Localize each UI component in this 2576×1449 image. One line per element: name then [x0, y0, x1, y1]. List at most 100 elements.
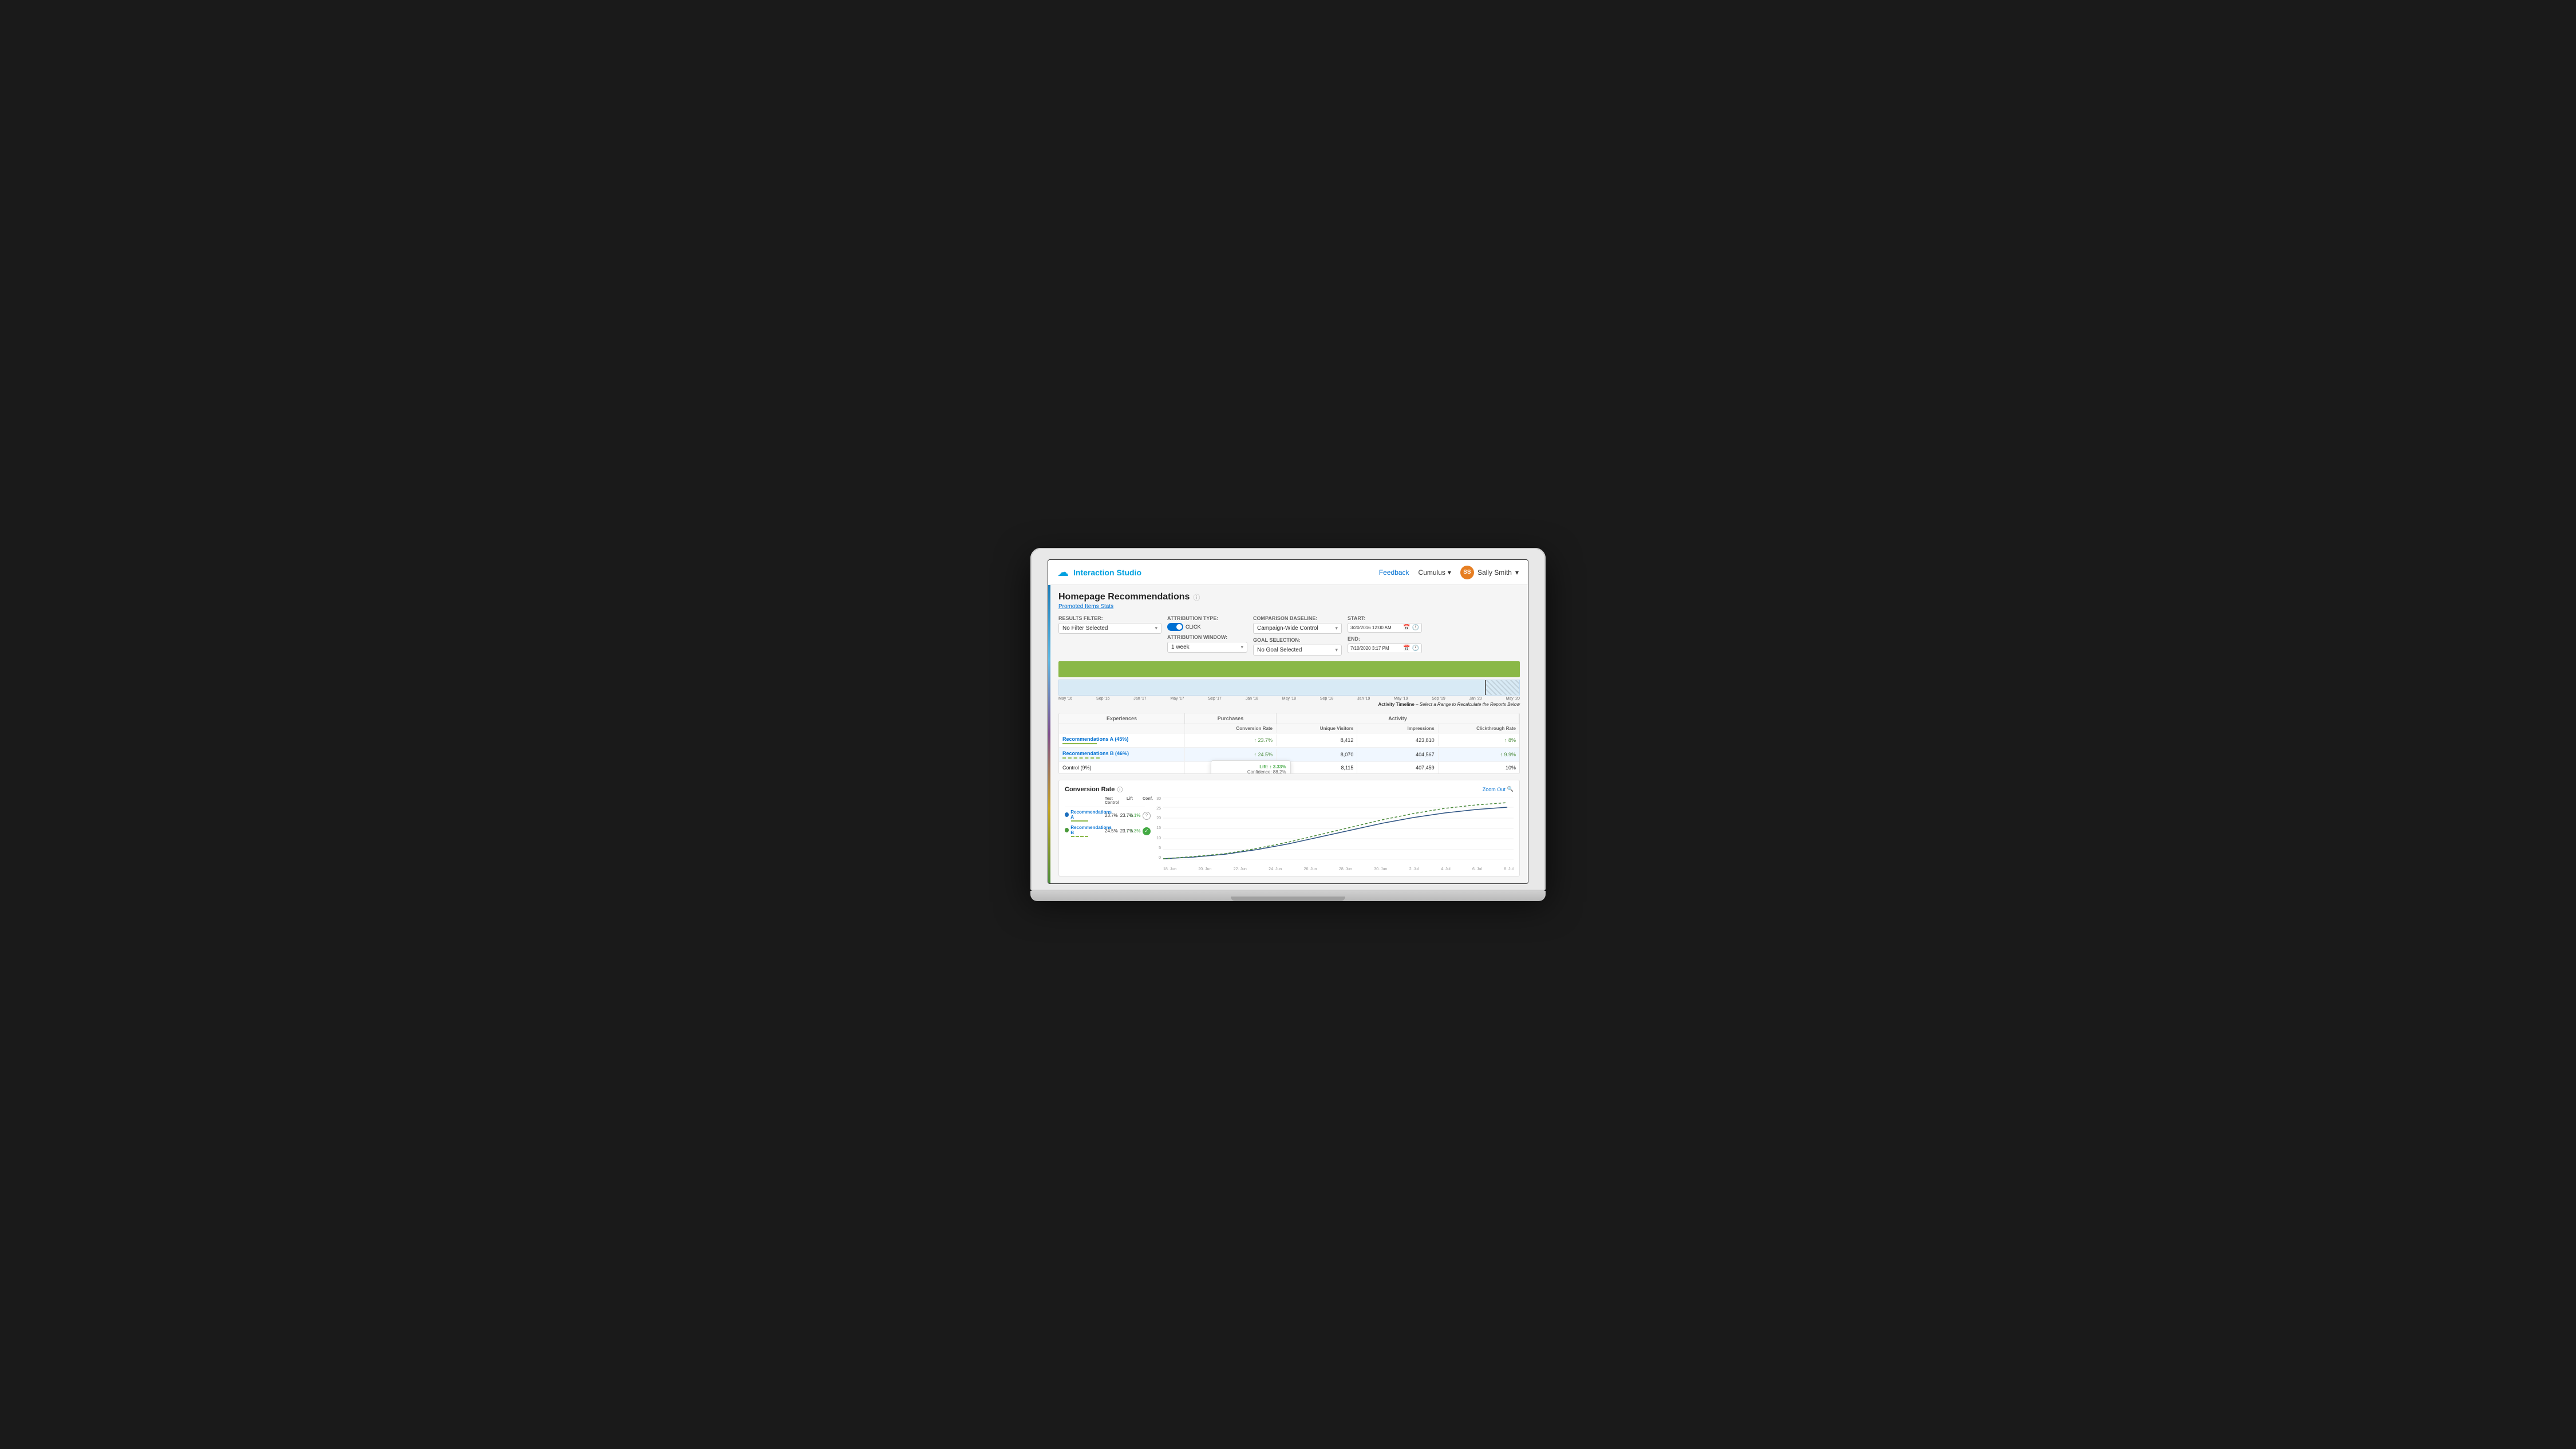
legend-header: Test Control Lift Conf.	[1065, 797, 1145, 807]
table-row: Recommendations B (46%) ↑ 24.5% Lift: ↑ …	[1059, 748, 1519, 762]
end-label: End:	[1348, 636, 1422, 642]
attribution-group: Attribution Type: CLICK Attribution Wind…	[1167, 615, 1247, 653]
table-row: Recommendations A (45%) ↑ 23.7% 8,412 42…	[1059, 733, 1519, 748]
user-menu-button[interactable]: SS Sally Smith ▾	[1460, 566, 1519, 579]
chart-x-labels: 18. Jun 20. Jun 22. Jun 24. Jun 26. Jun …	[1163, 867, 1514, 871]
laptop-base	[1030, 891, 1546, 901]
timeline-axis[interactable]	[1058, 680, 1520, 696]
timeline-label: May '20	[1506, 697, 1520, 701]
calendar-icon[interactable]: 📅	[1403, 625, 1410, 631]
activity-note: Activity Timeline – Select a Range to Re…	[1058, 702, 1520, 707]
chevron-down-icon: ▾	[1448, 568, 1451, 577]
chart-header: Conversion Rate ⓘ Zoom Out 🔍	[1065, 785, 1514, 793]
info-icon[interactable]: ⓘ	[1193, 593, 1200, 602]
attribution-type-label: Attribution Type:	[1167, 615, 1247, 621]
timeline-label: Sep '17	[1208, 697, 1222, 701]
impressions-b: 404,567	[1357, 749, 1438, 760]
data-table: Experiences Purchases Activity Conversio…	[1058, 713, 1520, 774]
legend-dot-a	[1065, 812, 1069, 817]
th-experiences: Experiences	[1059, 713, 1185, 724]
page-title-row: Homepage Recommendations ⓘ	[1058, 592, 1520, 602]
timeline-label: May '17	[1170, 697, 1184, 701]
end-date-input[interactable]: 7/10/2020 3:17 PM 📅 🕐	[1348, 643, 1422, 653]
chevron-down-icon: ▾	[1335, 647, 1338, 653]
goal-selection-select[interactable]: No Goal Selected ▾	[1253, 645, 1342, 656]
conversion-rate-chart: Conversion Rate ⓘ Zoom Out 🔍	[1058, 780, 1520, 876]
timeline-label: Jan '17	[1133, 697, 1146, 701]
screen: ☁ Interaction Studio Feedback Cumulus ▾ …	[1048, 559, 1528, 884]
feedback-link[interactable]: Feedback	[1379, 568, 1409, 577]
results-filter-select[interactable]: No Filter Selected ▾	[1058, 623, 1161, 634]
filters-area: Results Filter: No Filter Selected ▾ Att…	[1058, 615, 1520, 656]
attribution-toggle-row: CLICK	[1167, 623, 1247, 631]
th-conversion-rate: Conversion Rate	[1185, 724, 1277, 733]
clock-icon[interactable]: 🕐	[1412, 645, 1419, 652]
comparison-baseline-select[interactable]: Campaign-Wide Control ▾	[1253, 623, 1342, 634]
attribution-window-select[interactable]: 1 week ▾	[1167, 642, 1247, 653]
chevron-down-icon: ▾	[1240, 644, 1243, 650]
chart-body: Test Control Lift Conf. Re	[1065, 797, 1514, 871]
timeline-section: May '16 Sep '16 Jan '17 May '17 Sep '17 …	[1058, 661, 1520, 707]
chart-y-labels: 30 25 20 15 10 5 0	[1151, 797, 1161, 860]
timeline-label: Jan '20	[1469, 697, 1481, 701]
brand-logo-icon: ☁	[1057, 565, 1069, 579]
page-subtitle[interactable]: Promoted Items Stats	[1058, 603, 1520, 610]
chart-title: Conversion Rate ⓘ	[1065, 785, 1123, 793]
attribution-type-group: Attribution Type: CLICK	[1167, 615, 1247, 631]
page-title: Homepage Recommendations	[1058, 592, 1190, 602]
clock-icon[interactable]: 🕐	[1412, 625, 1419, 631]
comparison-baseline-label: Comparison Baseline:	[1253, 615, 1342, 621]
user-name-label: Sally Smith	[1477, 568, 1512, 577]
nav-right: Feedback Cumulus ▾ SS Sally Smith ▾	[1379, 566, 1519, 579]
unique-visitors-b: 8,070	[1277, 749, 1357, 760]
start-date-input[interactable]: 3/20/2016 12:00 AM 📅 🕐	[1348, 623, 1422, 633]
conversion-rate-a: ↑ 23.7%	[1185, 735, 1277, 746]
timeline-label: Jan '19	[1357, 697, 1370, 701]
experience-name-b[interactable]: Recommendations B (46%)	[1059, 748, 1185, 761]
zoom-out-button[interactable]: Zoom Out 🔍	[1483, 786, 1514, 792]
avatar: SS	[1460, 566, 1474, 579]
tooltip-lift: Lift: ↑ 3.33%	[1216, 764, 1286, 769]
comparison-baseline-group: Comparison Baseline: Campaign-Wide Contr…	[1253, 615, 1342, 634]
timeline-label: Sep '18	[1320, 697, 1334, 701]
experience-name-a[interactable]: Recommendations A (45%)	[1059, 733, 1185, 747]
confidence-check-b: ✓	[1143, 827, 1151, 835]
comparison-group: Comparison Baseline: Campaign-Wide Contr…	[1253, 615, 1342, 656]
experience-name-control: Control (9%)	[1059, 762, 1185, 773]
line-chart: 30 25 20 15 10 5 0	[1151, 797, 1514, 871]
timeline-label: May '16	[1058, 697, 1072, 701]
top-nav: ☁ Interaction Studio Feedback Cumulus ▾ …	[1048, 560, 1528, 585]
timeline-label: Sep '19	[1432, 697, 1445, 701]
info-icon[interactable]: ⓘ	[1117, 785, 1123, 793]
chart-svg-area	[1163, 797, 1514, 860]
legend-row-a: Recommendations A 23.7% 23.7% ↑ 0.1%	[1065, 810, 1145, 822]
clickthrough-control: 10%	[1439, 762, 1519, 773]
th-activity: Activity	[1277, 713, 1519, 724]
timeline-label: Jan '18	[1246, 697, 1258, 701]
goal-selection-group: Goal Selection: No Goal Selected ▾	[1253, 637, 1342, 656]
results-filter-label: Results Filter:	[1058, 615, 1161, 621]
table-sub-header: Conversion Rate Unique Visitors Impressi…	[1059, 724, 1519, 733]
laptop-container: ☁ Interaction Studio Feedback Cumulus ▾ …	[1030, 548, 1546, 901]
chevron-down-icon: ▾	[1155, 625, 1157, 631]
impressions-control: 407,459	[1357, 762, 1438, 773]
impressions-a: 423,810	[1357, 735, 1438, 746]
end-date-group: End: 7/10/2020 3:17 PM 📅 🕐	[1348, 636, 1422, 653]
zoom-icon: 🔍	[1507, 786, 1514, 792]
timeline-label: May '18	[1282, 697, 1296, 701]
th-clickthrough: Clickthrough Rate	[1439, 724, 1519, 733]
calendar-icon[interactable]: 📅	[1403, 645, 1410, 652]
attribution-toggle[interactable]	[1167, 623, 1183, 631]
page-header: Homepage Recommendations ⓘ Promoted Item…	[1058, 592, 1520, 610]
chart-svg	[1163, 797, 1514, 860]
chevron-down-icon: ▾	[1335, 625, 1338, 631]
clickthrough-b: ↑ 9.9%	[1439, 749, 1519, 760]
start-date-group: Start: 3/20/2016 12:00 AM 📅 🕐	[1348, 615, 1422, 633]
th-purchases: Purchases	[1185, 713, 1277, 724]
chevron-down-icon: ▾	[1515, 568, 1519, 577]
timeline-green-bar	[1058, 661, 1520, 677]
start-label: Start:	[1348, 615, 1422, 621]
th-unique-visitors: Unique Visitors	[1277, 724, 1357, 733]
confidence-button-a[interactable]: ?	[1143, 812, 1151, 820]
cumulus-button[interactable]: Cumulus ▾	[1419, 568, 1451, 577]
